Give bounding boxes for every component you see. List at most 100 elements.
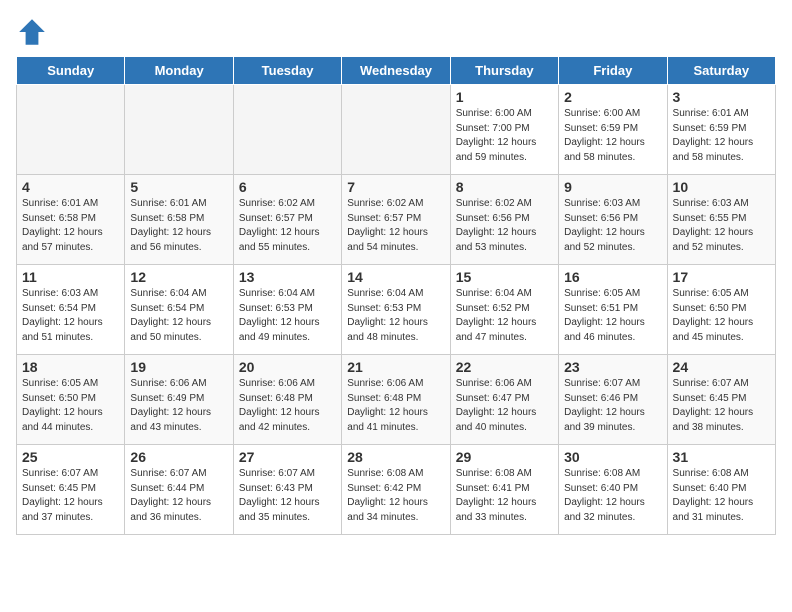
week-row-3: 11 Sunrise: 6:03 AMSunset: 6:54 PMDayligh…	[17, 265, 776, 355]
week-row-4: 18Sunrise: 6:05 AMSunset: 6:50 PMDayligh…	[17, 355, 776, 445]
day-cell-10: 10Sunrise: 6:03 AMSunset: 6:55 PMDayligh…	[667, 175, 775, 265]
day-info: Sunrise: 6:04 AMSunset: 6:54 PMDaylight:…	[130, 287, 227, 345]
day-info: Sunrise: 6:06 AMSunset: 6:48 PMDaylight:…	[239, 377, 336, 435]
day-info: Sunrise: 6:02 AMSunset: 6:56 PMDaylight:…	[456, 197, 553, 255]
day-cell-31: 31Sunrise: 6:08 AMSunset: 6:40 PMDayligh…	[667, 445, 775, 535]
week-row-2: 4 Sunrise: 6:01 AMSunset: 6:58 PMDaylight…	[17, 175, 776, 265]
day-number: 29	[456, 449, 553, 465]
day-info: Sunrise: 6:03 AMSunset: 6:54 PMDaylight:…	[22, 287, 119, 345]
day-number: 5	[130, 179, 227, 195]
day-number: 17	[673, 269, 770, 285]
day-header-monday: Monday	[125, 57, 233, 85]
page-header	[16, 16, 776, 48]
day-cell-6: 6 Sunrise: 6:02 AMSunset: 6:57 PMDaylight…	[233, 175, 341, 265]
day-number: 9	[564, 179, 661, 195]
day-cell-23: 23 Sunrise: 6:07 AMSunset: 6:46 PMDayligh…	[559, 355, 667, 445]
day-cell-5: 5 Sunrise: 6:01 AMSunset: 6:58 PMDaylight…	[125, 175, 233, 265]
day-cell-29: 29 Sunrise: 6:08 AMSunset: 6:41 PMDayligh…	[450, 445, 558, 535]
day-number: 10	[673, 179, 770, 195]
day-info: Sunrise: 6:08 AMSunset: 6:42 PMDaylight:…	[347, 467, 444, 525]
day-header-tuesday: Tuesday	[233, 57, 341, 85]
day-cell-14: 14Sunrise: 6:04 AMSunset: 6:53 PMDayligh…	[342, 265, 450, 355]
day-cell-22: 22Sunrise: 6:06 AMSunset: 6:47 PMDayligh…	[450, 355, 558, 445]
week-row-1: 1Sunrise: 6:00 AMSunset: 7:00 PMDaylight…	[17, 85, 776, 175]
day-number: 26	[130, 449, 227, 465]
day-number: 13	[239, 269, 336, 285]
day-info: Sunrise: 6:07 AMSunset: 6:46 PMDaylight:…	[564, 377, 661, 435]
day-info: Sunrise: 6:08 AMSunset: 6:40 PMDaylight:…	[673, 467, 770, 525]
day-number: 28	[347, 449, 444, 465]
day-info: Sunrise: 6:05 AMSunset: 6:50 PMDaylight:…	[22, 377, 119, 435]
day-info: Sunrise: 6:07 AMSunset: 6:45 PMDaylight:…	[22, 467, 119, 525]
day-cell-24: 24 Sunrise: 6:07 AMSunset: 6:45 PMDayligh…	[667, 355, 775, 445]
day-number: 25	[22, 449, 119, 465]
header-row: SundayMondayTuesdayWednesdayThursdayFrid…	[17, 57, 776, 85]
day-cell-8: 8 Sunrise: 6:02 AMSunset: 6:56 PMDaylight…	[450, 175, 558, 265]
day-header-saturday: Saturday	[667, 57, 775, 85]
day-cell-2: 2 Sunrise: 6:00 AMSunset: 6:59 PMDaylight…	[559, 85, 667, 175]
day-number: 21	[347, 359, 444, 375]
empty-cell	[17, 85, 125, 175]
day-cell-15: 15 Sunrise: 6:04 AMSunset: 6:52 PMDayligh…	[450, 265, 558, 355]
day-number: 22	[456, 359, 553, 375]
day-info: Sunrise: 6:04 AMSunset: 6:52 PMDaylight:…	[456, 287, 553, 345]
day-info: Sunrise: 6:01 AMSunset: 6:58 PMDaylight:…	[22, 197, 119, 255]
calendar-table: SundayMondayTuesdayWednesdayThursdayFrid…	[16, 56, 776, 535]
day-number: 23	[564, 359, 661, 375]
day-number: 12	[130, 269, 227, 285]
day-cell-16: 16 Sunrise: 6:05 AMSunset: 6:51 PMDayligh…	[559, 265, 667, 355]
day-cell-7: 7 Sunrise: 6:02 AMSunset: 6:57 PMDaylight…	[342, 175, 450, 265]
day-cell-12: 12 Sunrise: 6:04 AMSunset: 6:54 PMDayligh…	[125, 265, 233, 355]
day-info: Sunrise: 6:07 AMSunset: 6:45 PMDaylight:…	[673, 377, 770, 435]
day-cell-3: 3 Sunrise: 6:01 AMSunset: 6:59 PMDaylight…	[667, 85, 775, 175]
day-header-sunday: Sunday	[17, 57, 125, 85]
day-header-wednesday: Wednesday	[342, 57, 450, 85]
day-info: Sunrise: 6:04 AMSunset: 6:53 PMDaylight:…	[239, 287, 336, 345]
day-number: 2	[564, 89, 661, 105]
day-info: Sunrise: 6:07 AMSunset: 6:44 PMDaylight:…	[130, 467, 227, 525]
day-info: Sunrise: 6:05 AMSunset: 6:51 PMDaylight:…	[564, 287, 661, 345]
day-cell-11: 11 Sunrise: 6:03 AMSunset: 6:54 PMDayligh…	[17, 265, 125, 355]
day-cell-1: 1Sunrise: 6:00 AMSunset: 7:00 PMDaylight…	[450, 85, 558, 175]
day-number: 1	[456, 89, 553, 105]
day-info: Sunrise: 6:07 AMSunset: 6:43 PMDaylight:…	[239, 467, 336, 525]
day-header-thursday: Thursday	[450, 57, 558, 85]
day-cell-27: 27Sunrise: 6:07 AMSunset: 6:43 PMDayligh…	[233, 445, 341, 535]
day-cell-4: 4 Sunrise: 6:01 AMSunset: 6:58 PMDaylight…	[17, 175, 125, 265]
day-number: 30	[564, 449, 661, 465]
day-number: 6	[239, 179, 336, 195]
week-row-5: 25 Sunrise: 6:07 AMSunset: 6:45 PMDayligh…	[17, 445, 776, 535]
logo-icon	[16, 16, 48, 48]
day-cell-26: 26 Sunrise: 6:07 AMSunset: 6:44 PMDayligh…	[125, 445, 233, 535]
day-cell-9: 9 Sunrise: 6:03 AMSunset: 6:56 PMDaylight…	[559, 175, 667, 265]
day-number: 8	[456, 179, 553, 195]
day-info: Sunrise: 6:06 AMSunset: 6:49 PMDaylight:…	[130, 377, 227, 435]
day-cell-20: 20Sunrise: 6:06 AMSunset: 6:48 PMDayligh…	[233, 355, 341, 445]
day-cell-19: 19Sunrise: 6:06 AMSunset: 6:49 PMDayligh…	[125, 355, 233, 445]
day-info: Sunrise: 6:03 AMSunset: 6:56 PMDaylight:…	[564, 197, 661, 255]
logo	[16, 16, 52, 48]
day-info: Sunrise: 6:01 AMSunset: 6:58 PMDaylight:…	[130, 197, 227, 255]
day-info: Sunrise: 6:05 AMSunset: 6:50 PMDaylight:…	[673, 287, 770, 345]
day-info: Sunrise: 6:06 AMSunset: 6:48 PMDaylight:…	[347, 377, 444, 435]
day-info: Sunrise: 6:02 AMSunset: 6:57 PMDaylight:…	[239, 197, 336, 255]
day-info: Sunrise: 6:02 AMSunset: 6:57 PMDaylight:…	[347, 197, 444, 255]
day-number: 3	[673, 89, 770, 105]
day-cell-18: 18Sunrise: 6:05 AMSunset: 6:50 PMDayligh…	[17, 355, 125, 445]
day-number: 14	[347, 269, 444, 285]
day-info: Sunrise: 6:00 AMSunset: 6:59 PMDaylight:…	[564, 107, 661, 165]
day-number: 15	[456, 269, 553, 285]
day-number: 24	[673, 359, 770, 375]
day-info: Sunrise: 6:08 AMSunset: 6:40 PMDaylight:…	[564, 467, 661, 525]
day-number: 4	[22, 179, 119, 195]
day-number: 11	[22, 269, 119, 285]
day-info: Sunrise: 6:01 AMSunset: 6:59 PMDaylight:…	[673, 107, 770, 165]
day-cell-17: 17 Sunrise: 6:05 AMSunset: 6:50 PMDayligh…	[667, 265, 775, 355]
day-cell-28: 28 Sunrise: 6:08 AMSunset: 6:42 PMDayligh…	[342, 445, 450, 535]
day-number: 7	[347, 179, 444, 195]
day-info: Sunrise: 6:08 AMSunset: 6:41 PMDaylight:…	[456, 467, 553, 525]
day-cell-21: 21 Sunrise: 6:06 AMSunset: 6:48 PMDayligh…	[342, 355, 450, 445]
empty-cell	[233, 85, 341, 175]
empty-cell	[125, 85, 233, 175]
day-number: 16	[564, 269, 661, 285]
